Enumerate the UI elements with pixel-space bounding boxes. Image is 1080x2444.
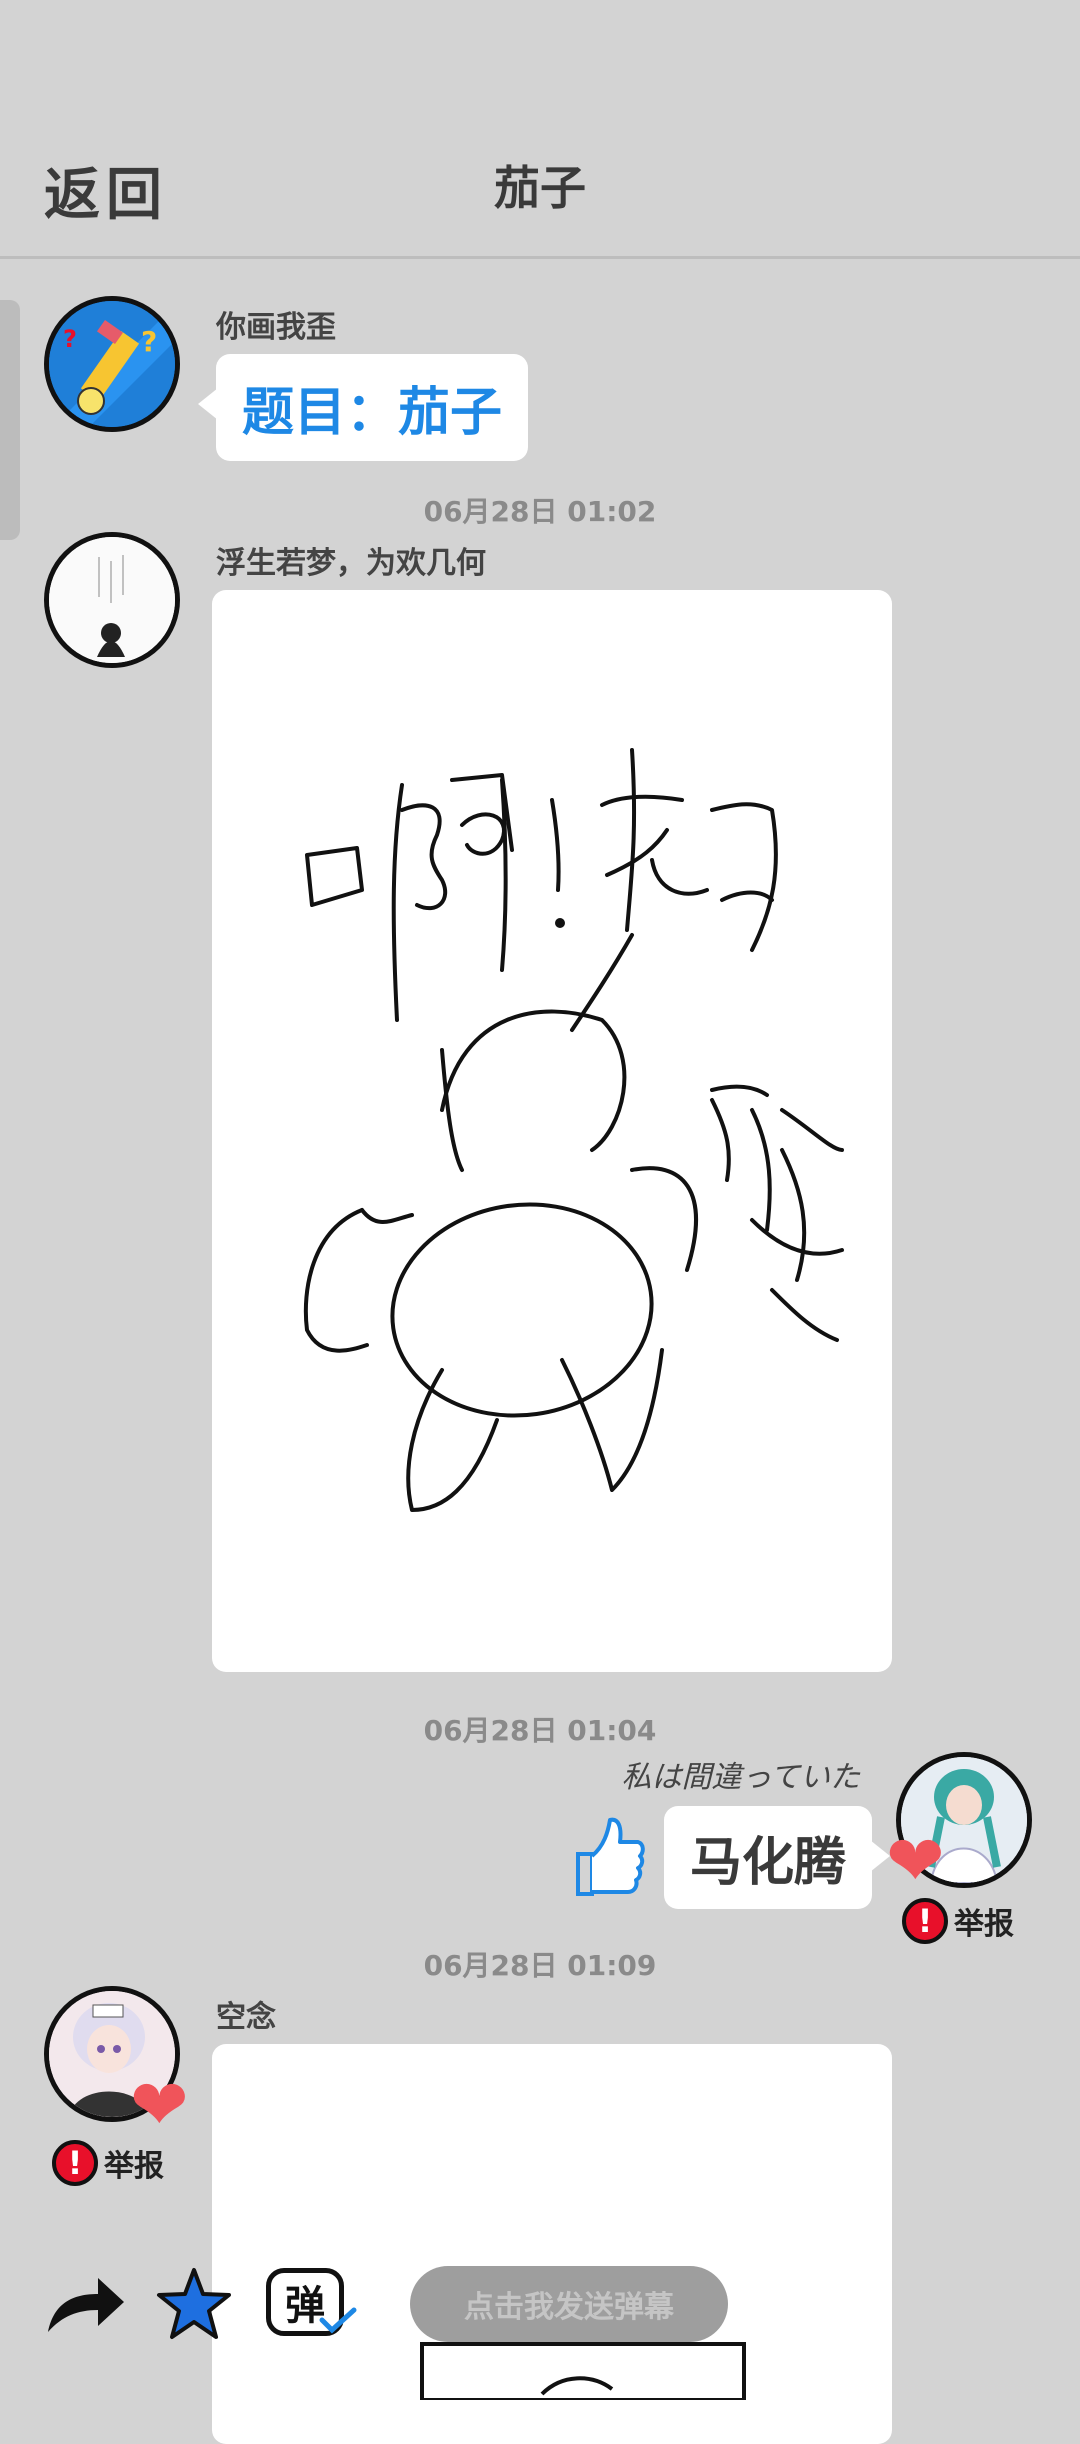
sender-name: 浮生若梦，为欢几何 [216, 546, 486, 581]
timestamp: 06月28日 01:04 [423, 1714, 657, 1747]
drawing-card[interactable] [212, 590, 892, 1672]
guess-text: 马化腾 [690, 1833, 847, 1893]
doodle-drawing [303, 748, 844, 1512]
share-arrow-icon[interactable] [44, 2272, 126, 2338]
ink-avatar-icon [49, 537, 175, 663]
avatar-user[interactable] [44, 532, 180, 668]
report-label: 举报 [104, 2149, 164, 2184]
guess-bubble: 马化腾 [664, 1806, 891, 1909]
report-label: 举报 [954, 1907, 1014, 1942]
avatar-system[interactable]: ? ? [44, 296, 180, 432]
star-icon[interactable] [156, 2266, 232, 2342]
heart-icon[interactable]: ❤ [886, 1826, 945, 1896]
svg-text:?: ? [141, 325, 157, 358]
report-icon: ! [52, 2140, 98, 2186]
topic-bubble: 题目：茄子 [197, 354, 529, 461]
sender-name: 空念 [216, 2000, 276, 2035]
sender-name: 私は間違っていた [621, 1760, 861, 1795]
drawing-card[interactable] [212, 2044, 892, 2444]
danmaku-icon[interactable]: 弹 [262, 2262, 362, 2342]
topic-text: 题目：茄子 [242, 383, 503, 443]
report-button[interactable]: ! 举报 [52, 2140, 164, 2186]
danmaku-input[interactable]: 点击我发送弹幕 [410, 2266, 728, 2342]
report-button[interactable]: ! 举报 [902, 1898, 1014, 1944]
report-icon: ! [902, 1898, 948, 1944]
page-title: 茄子 [494, 161, 586, 215]
timestamp: 06月28日 01:02 [423, 495, 657, 528]
svg-text:?: ? [63, 325, 77, 353]
pencil-logo-icon: ? ? [49, 301, 175, 427]
thumbs-up-icon[interactable] [572, 1814, 646, 1900]
doodle-drawing [420, 2342, 746, 2402]
top-bar: 返回 茄子 [0, 0, 1080, 259]
timestamp: 06月28日 01:09 [423, 1949, 657, 1982]
check-icon [319, 2307, 357, 2334]
heart-icon[interactable]: ❤ [130, 2070, 189, 2140]
sender-name: 你画我歪 [216, 310, 336, 345]
